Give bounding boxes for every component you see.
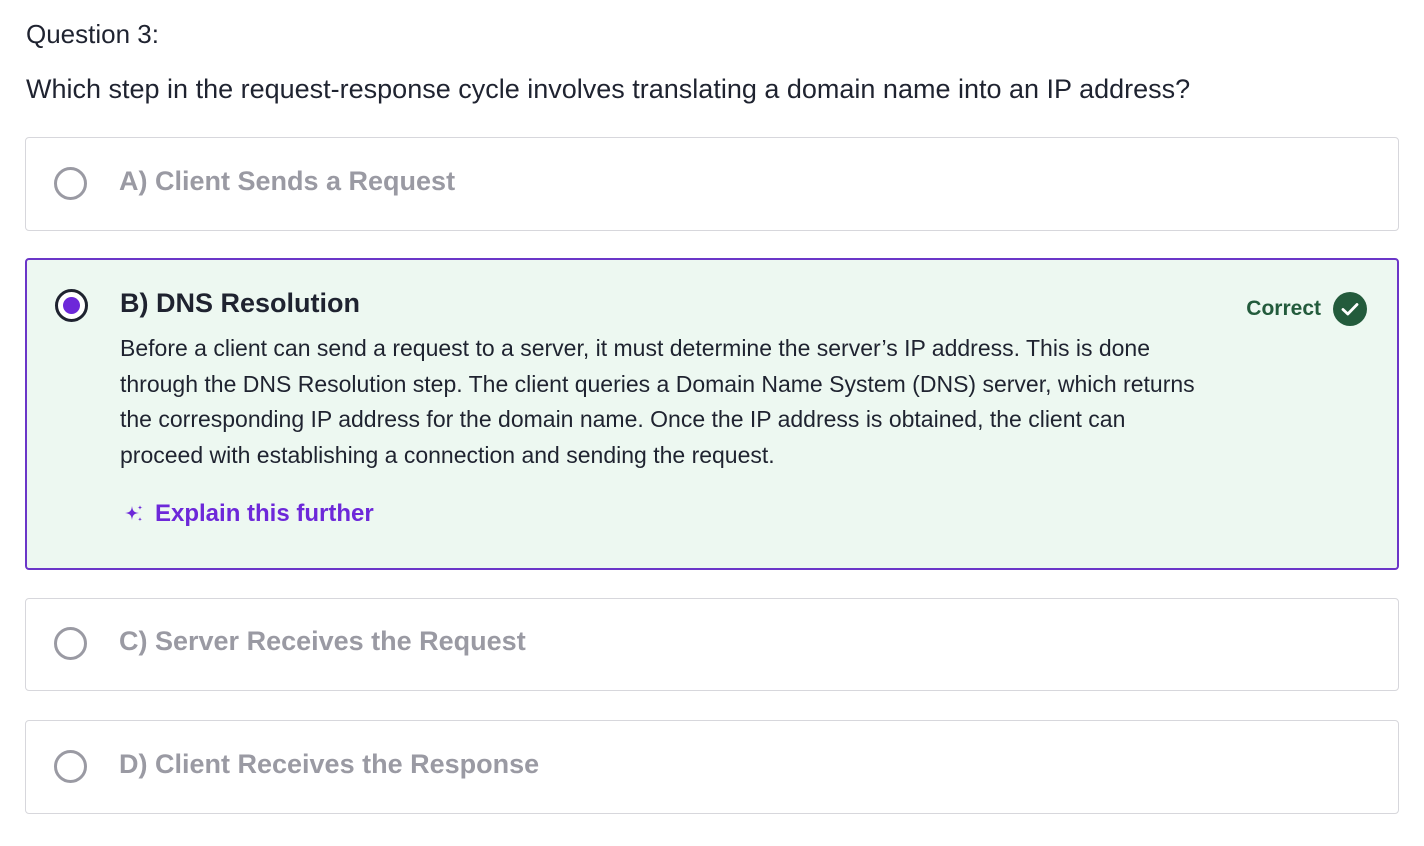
status-badge: Correct (1246, 292, 1367, 326)
answer-explanation: Before a client can send a request to a … (120, 335, 1195, 468)
option-label: B) DNS Resolution (120, 288, 360, 318)
question-number: Question 3: (26, 19, 159, 49)
radio-dot (63, 297, 80, 314)
explain-further-button[interactable]: Explain this further (123, 500, 374, 528)
option-d[interactable]: D) Client Receives the Response (25, 720, 1399, 814)
radio-button[interactable] (54, 750, 87, 783)
option-b[interactable]: B) DNS Resolution Correct Before a clien… (25, 258, 1399, 570)
option-c[interactable]: C) Server Receives the Request (25, 598, 1399, 691)
status-label: Correct (1246, 297, 1321, 320)
option-a[interactable]: A) Client Sends a Request (25, 137, 1399, 231)
radio-button[interactable] (54, 627, 87, 660)
sparkle-icon (123, 503, 145, 525)
radio-button-checked[interactable] (55, 289, 88, 322)
option-label: C) Server Receives the Request (119, 626, 526, 656)
option-label: D) Client Receives the Response (119, 749, 540, 779)
check-circle-icon (1333, 292, 1367, 326)
question-text: Which step in the request-response cycle… (26, 74, 1191, 104)
explain-further-label: Explain this further (155, 500, 374, 527)
radio-button[interactable] (54, 167, 87, 200)
option-label: A) Client Sends a Request (119, 166, 456, 196)
